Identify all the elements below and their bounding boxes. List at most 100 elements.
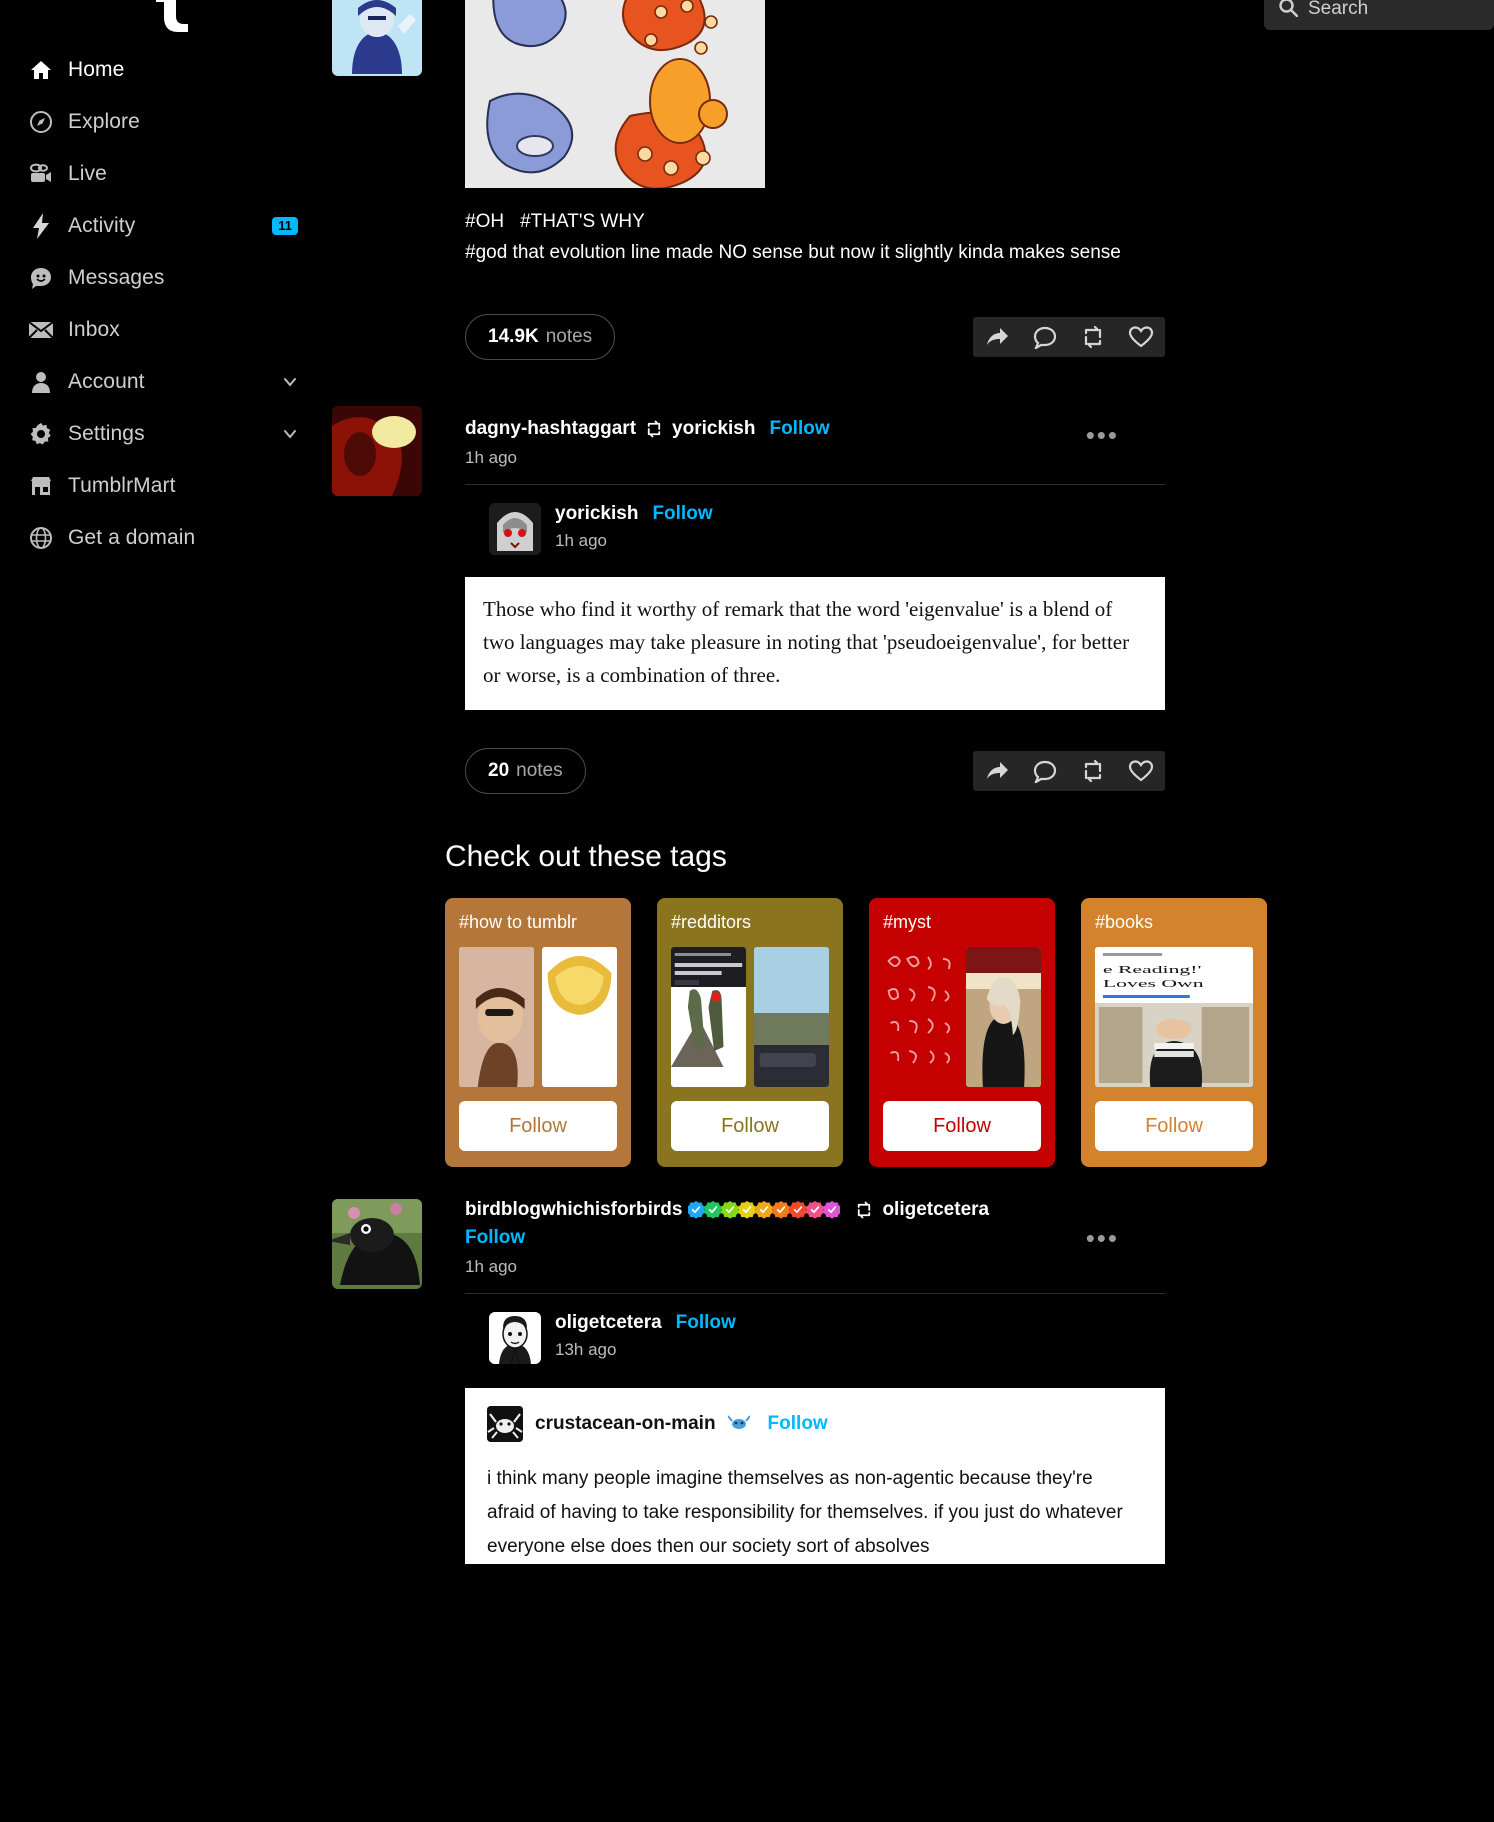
follow-button[interactable]: Follow: [769, 418, 829, 440]
sidebar-item-label: TumblrMart: [68, 474, 176, 497]
post-footer: 20 notes: [465, 748, 1165, 794]
tag-card[interactable]: #books e Reading!' Loves Own Follow: [1081, 898, 1267, 1167]
globe-icon: [28, 525, 54, 551]
avatar[interactable]: [332, 406, 422, 496]
tag-oh[interactable]: #OH: [465, 211, 504, 232]
notes-button[interactable]: 20 notes: [465, 748, 586, 794]
sidebar-item-inbox[interactable]: Inbox: [0, 304, 320, 356]
sidebar-item-label: Account: [68, 370, 145, 393]
envelope-icon: [28, 317, 54, 343]
search-placeholder: Search: [1308, 0, 1369, 19]
sidebar-item-messages[interactable]: Messages: [0, 252, 320, 304]
sidebar-item-live[interactable]: Live: [0, 148, 320, 200]
quoted-post-text: i think many people imagine themselves a…: [487, 1468, 1123, 1557]
tag-thumbnails: e Reading!' Loves Own: [1095, 947, 1253, 1087]
tag-name: #redditors: [671, 912, 752, 932]
tag-follow-button[interactable]: Follow: [883, 1101, 1041, 1151]
reblog-icon[interactable]: [1069, 317, 1117, 357]
sidebar-item-label: Live: [68, 162, 107, 185]
reblogger-name[interactable]: dagny-hashtaggart: [465, 418, 636, 440]
post-options-button[interactable]: •••: [1086, 422, 1119, 448]
sidebar-item-home[interactable]: Home: [0, 44, 320, 96]
reblog-source-name[interactable]: yorickish: [672, 418, 755, 440]
tag-card[interactable]: #how to tumblr Follow: [445, 898, 631, 1167]
check-out-these-tags-section: Check out these tags #how to tumblr Foll…: [445, 840, 1267, 1167]
tumblr-logo-icon[interactable]: [150, 0, 190, 32]
quote-text: Those who find it worthy of remark that …: [483, 597, 1130, 687]
tag-god-evolution[interactable]: #god that evolution line made NO sense b…: [465, 242, 1121, 263]
chevron-down-icon[interactable]: [282, 374, 298, 390]
reblog-icon[interactable]: [1069, 751, 1117, 791]
reply-icon[interactable]: [1021, 751, 1069, 791]
notes-count: 20: [488, 760, 510, 781]
reblog-icon: [645, 420, 663, 438]
tag-follow-button[interactable]: Follow: [459, 1101, 617, 1151]
inner-timestamp: 13h ago: [555, 1340, 617, 1359]
like-icon[interactable]: [1117, 751, 1165, 791]
post-content: #OH #THAT'S WHY #god that evolution line …: [465, 0, 1165, 360]
reply-icon[interactable]: [1021, 317, 1069, 357]
person-icon: [28, 369, 54, 395]
reblogger-name[interactable]: birdblogwhichisforbirds: [465, 1199, 682, 1221]
sidebar-item-activity[interactable]: Activity 11: [0, 200, 320, 252]
avatar[interactable]: [489, 503, 541, 555]
sidebar-item-get-a-domain[interactable]: Get a domain: [0, 512, 320, 564]
tag-thumbnails: [883, 947, 1041, 1087]
compass-icon: [28, 109, 54, 135]
sidebar-item-tumblrmart[interactable]: TumblrMart: [0, 460, 320, 512]
tag-carousel[interactable]: #how to tumblr Follow #redditors Follow …: [445, 898, 1267, 1167]
thumbnail-image: e Reading!' Loves Own: [1095, 947, 1253, 1087]
post-pokemon: #OH #THAT'S WHY #god that evolution line …: [320, 0, 1175, 360]
reblog-source-name[interactable]: oligetcetera: [882, 1199, 989, 1221]
sidebar-item-explore[interactable]: Explore: [0, 96, 320, 148]
tag-follow-button[interactable]: Follow: [1095, 1101, 1253, 1151]
inner-username[interactable]: oligetcetera: [555, 1312, 662, 1334]
post-header: dagny-hashtaggart yorickish Follow 1h ag…: [465, 400, 1165, 484]
video-camera-icon: [28, 161, 54, 187]
sidebar-item-settings[interactable]: Settings: [0, 408, 320, 460]
sidebar-item-account[interactable]: Account: [0, 356, 320, 408]
tag-card[interactable]: #myst Follow: [869, 898, 1055, 1167]
tag-thats-why[interactable]: #THAT'S WHY: [520, 211, 645, 232]
follow-button[interactable]: Follow: [652, 503, 712, 525]
tag-name: #books: [1095, 912, 1154, 932]
follow-button[interactable]: Follow: [768, 1413, 828, 1435]
avatar[interactable]: [332, 1199, 422, 1289]
post-options-button[interactable]: •••: [1086, 1225, 1119, 1251]
sidebar-item-label: Activity: [68, 214, 136, 237]
tag-thumbnails: [671, 947, 829, 1087]
rainbow-verified-badges: [688, 1200, 841, 1220]
thumbnail-image: [542, 947, 617, 1087]
crab-badge-icon: [726, 1412, 751, 1437]
search-bar[interactable]: Search: [1264, 0, 1494, 30]
like-icon[interactable]: [1117, 317, 1165, 357]
inner-username[interactable]: yorickish: [555, 503, 638, 525]
share-icon[interactable]: [973, 317, 1021, 357]
home-icon: [28, 57, 54, 83]
avatar-image: [487, 1406, 523, 1442]
quoted-username[interactable]: crustacean-on-main: [535, 1413, 716, 1435]
quote-image: Those who find it worthy of remark that …: [465, 577, 1165, 710]
avatar[interactable]: [489, 1312, 541, 1364]
tag-card[interactable]: #redditors Follow: [657, 898, 843, 1167]
follow-button[interactable]: Follow: [465, 1227, 525, 1248]
tag-follow-button[interactable]: Follow: [671, 1101, 829, 1151]
post-timestamp: 1h ago: [465, 1257, 517, 1276]
search-icon: [1278, 0, 1299, 22]
avatar[interactable]: [487, 1406, 523, 1442]
post-content: birdblogwhichisforbirds oligetcetera Fol…: [465, 1181, 1165, 1564]
reblog-attribution: dagny-hashtaggart yorickish Follow: [465, 418, 1165, 440]
notes-button[interactable]: 14.9K notes: [465, 314, 616, 360]
tumblr-dashboard: Home Explore Live Activity 11 Messages I…: [0, 0, 1494, 1822]
avatar-image: [332, 0, 422, 76]
post-tags: #OH #THAT'S WHY #god that evolution line …: [465, 206, 1165, 268]
share-icon[interactable]: [973, 751, 1021, 791]
post-eigenvalue: dagny-hashtaggart yorickish Follow 1h ag…: [320, 400, 1175, 794]
follow-button[interactable]: Follow: [676, 1312, 736, 1334]
inner-timestamp: 1h ago: [555, 531, 607, 550]
storefront-icon: [28, 473, 54, 499]
chevron-down-icon[interactable]: [282, 426, 298, 442]
gear-icon: [28, 421, 54, 447]
avatar[interactable]: [332, 0, 422, 76]
sidebar-item-label: Get a domain: [68, 526, 196, 549]
